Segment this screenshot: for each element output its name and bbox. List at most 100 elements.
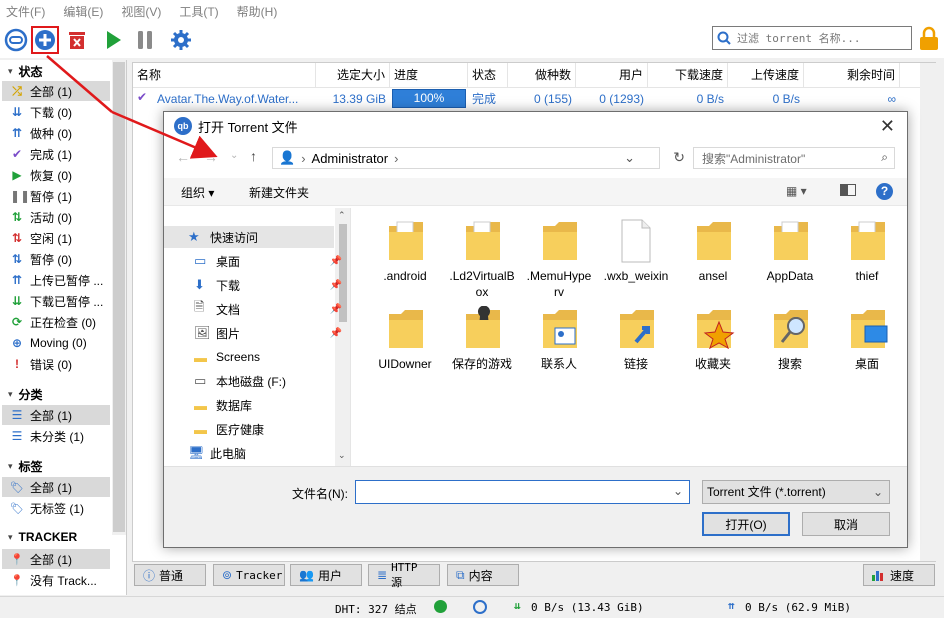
sidebar-section-header[interactable]: ▾ 标签 bbox=[8, 458, 43, 475]
close-icon[interactable]: ✕ bbox=[880, 116, 895, 137]
sidebar-item[interactable]: ⇅ 空闲 (1) bbox=[2, 228, 110, 248]
sidebar-section-header[interactable]: ▾ 状态 bbox=[8, 63, 43, 80]
nav-item[interactable]: 🖥 此电脑 bbox=[188, 442, 336, 464]
breadcrumb[interactable]: Administrator bbox=[312, 151, 389, 166]
column-header[interactable]: 下载速度 bbox=[648, 63, 728, 87]
sidebar-item[interactable]: ⟳ 正在检查 (0) bbox=[2, 312, 110, 332]
forward-icon[interactable]: → bbox=[204, 149, 218, 165]
nav-item[interactable]: ⬇ 下载 📌 bbox=[194, 274, 342, 296]
filter-search-input[interactable]: 过滤 torrent 名称... bbox=[712, 26, 912, 50]
sidebar-item[interactable]: ▶ 恢复 (0) bbox=[2, 165, 110, 185]
sidebar-item[interactable]: ☰ 全部 (1) bbox=[2, 405, 110, 425]
sidebar-section-header[interactable]: ▾ TRACKER bbox=[8, 530, 77, 544]
open-button[interactable]: 打开(O) bbox=[702, 512, 790, 536]
file-item[interactable]: AppData bbox=[754, 218, 826, 284]
column-header[interactable]: 做种数 bbox=[508, 63, 576, 87]
tab-tracker[interactable]: ⊚ Tracker bbox=[213, 564, 285, 586]
file-item[interactable]: thief bbox=[831, 218, 903, 284]
column-header[interactable]: 进度 bbox=[390, 63, 468, 87]
file-item[interactable]: .android bbox=[369, 218, 441, 284]
nav-item[interactable]: 🖼 图片 📌 bbox=[194, 322, 342, 344]
filetype-select[interactable]: Torrent 文件 (*.torrent) ⌄ bbox=[702, 480, 890, 504]
resume-button[interactable] bbox=[99, 26, 127, 54]
scroll-down-icon[interactable]: ⌄ bbox=[338, 450, 346, 461]
tab-users[interactable]: 👥 用户 bbox=[290, 564, 362, 586]
up-icon[interactable]: ↑ bbox=[250, 148, 257, 164]
pin-icon[interactable]: 📌 bbox=[330, 304, 342, 315]
collapse-icon[interactable]: ▾ bbox=[8, 461, 13, 472]
sidebar-item[interactable]: ⇈ 做种 (0) bbox=[2, 123, 110, 143]
file-item[interactable]: UIDowner bbox=[369, 306, 441, 372]
sidebar-item[interactable]: ⇅ 暂停 (0) bbox=[2, 249, 110, 269]
cancel-button[interactable]: 取消 bbox=[802, 512, 890, 536]
organize-button[interactable]: 组织 ▾ bbox=[181, 184, 214, 201]
nav-item[interactable]: ▬ 医疗健康 bbox=[194, 418, 342, 440]
menu-tools[interactable]: 工具(T) bbox=[179, 3, 218, 20]
sidebar-item[interactable]: ☰ 未分类 (1) bbox=[2, 426, 110, 446]
column-header[interactable]: 名称 bbox=[133, 63, 316, 87]
file-item[interactable]: 搜索 bbox=[754, 306, 826, 372]
sidebar-item[interactable]: 🏷 无标签 (1) bbox=[2, 498, 110, 518]
refresh-icon[interactable]: ↻ bbox=[673, 149, 685, 166]
file-item[interactable]: .MemuHyperv bbox=[523, 218, 595, 300]
nav-item[interactable]: 🗎 文档 📌 bbox=[194, 298, 342, 320]
file-item[interactable]: .Ld2VirtualBox bbox=[446, 218, 518, 300]
tab-content[interactable]: ⧉ 内容 bbox=[447, 564, 519, 586]
column-header[interactable]: 上传速度 bbox=[728, 63, 804, 87]
file-item[interactable]: 保存的游戏 bbox=[446, 305, 518, 372]
file-item[interactable]: 桌面 bbox=[831, 306, 903, 372]
menu-file[interactable]: 文件(F) bbox=[6, 3, 45, 20]
table-scrollbar[interactable] bbox=[920, 63, 936, 561]
sidebar-section-header[interactable]: ▾ 分类 bbox=[8, 386, 43, 403]
add-link-button[interactable] bbox=[2, 26, 30, 54]
nav-item[interactable]: ▭ 本地磁盘 (F:) bbox=[194, 370, 342, 392]
file-item[interactable]: .wxb_weixin bbox=[600, 218, 672, 284]
sidebar-item[interactable]: ⤮ 全部 (1) bbox=[2, 81, 110, 101]
file-item[interactable]: 联系人 bbox=[523, 306, 595, 372]
collapse-icon[interactable]: ▾ bbox=[8, 389, 13, 400]
file-item[interactable]: 收藏夹 bbox=[677, 306, 749, 372]
table-row[interactable]: ✔ Avatar.The.Way.of.Water... 13.39 GiB 完成 0 … bbox=[133, 87, 903, 109]
column-header[interactable]: 用户 bbox=[576, 63, 648, 87]
sidebar-item[interactable]: 📍 全部 (1) bbox=[2, 549, 110, 569]
tab-speed[interactable]: 速度 bbox=[863, 564, 935, 586]
column-header[interactable]: 状态 bbox=[468, 63, 508, 87]
back-icon[interactable]: ← bbox=[176, 149, 190, 165]
sidebar-item[interactable]: ⊕ Moving (0) bbox=[2, 333, 110, 353]
sidebar-scroll-thumb[interactable] bbox=[113, 62, 125, 532]
tab-http[interactable]: ≣ HTTP 源 bbox=[368, 561, 440, 589]
file-item[interactable]: 链接 bbox=[600, 306, 672, 372]
chevron-down-icon[interactable]: ⌄ bbox=[673, 484, 683, 498]
preview-pane-icon[interactable] bbox=[840, 184, 856, 196]
pin-icon[interactable]: 📌 bbox=[330, 328, 342, 339]
filename-input[interactable]: ⌄ bbox=[355, 480, 690, 504]
file-item[interactable]: ansel bbox=[677, 218, 749, 284]
scroll-up-icon[interactable]: ⌃ bbox=[338, 210, 346, 221]
collapse-icon[interactable]: ▾ bbox=[8, 66, 13, 77]
menu-edit[interactable]: 编辑(E) bbox=[63, 3, 103, 20]
tab-info[interactable]: ⓘ 普通 bbox=[134, 564, 206, 586]
sidebar-item[interactable]: ⇈ 上传已暂停 ... bbox=[2, 270, 110, 290]
menu-help[interactable]: 帮助(H) bbox=[237, 3, 278, 20]
speed-limit-icon[interactable] bbox=[473, 600, 487, 614]
sidebar-item[interactable]: ⇅ 活动 (0) bbox=[2, 207, 110, 227]
sidebar-item[interactable]: ❚❚ 暂停 (1) bbox=[2, 186, 110, 206]
view-options-icon[interactable]: ▦ ▾ bbox=[786, 184, 807, 198]
nav-item[interactable]: ★ 快速访问 bbox=[164, 226, 334, 248]
pause-button[interactable] bbox=[131, 26, 159, 54]
pin-icon[interactable]: 📌 bbox=[330, 280, 342, 291]
recent-dropdown-icon[interactable]: ⌄ bbox=[230, 150, 238, 161]
delete-button[interactable] bbox=[63, 26, 91, 54]
address-bar[interactable]: 👤 › Administrator › ⌄ ↻ bbox=[272, 147, 685, 169]
nav-item[interactable]: ▭ 桌面 📌 bbox=[194, 250, 342, 272]
menu-view[interactable]: 视图(V) bbox=[121, 3, 161, 20]
chevron-down-icon[interactable]: ⌄ bbox=[624, 150, 635, 166]
column-header[interactable]: 选定大小 bbox=[316, 63, 390, 87]
add-torrent-button[interactable] bbox=[31, 26, 59, 54]
nav-item[interactable]: ▬ Screens bbox=[194, 346, 342, 368]
column-header[interactable]: 剩余时间 bbox=[804, 63, 900, 87]
nav-item[interactable]: ▬ 数据库 bbox=[194, 394, 342, 416]
sidebar-item[interactable]: ⇊ 下载 (0) bbox=[2, 102, 110, 122]
options-button[interactable] bbox=[167, 26, 195, 54]
pin-icon[interactable]: 📌 bbox=[330, 256, 342, 267]
